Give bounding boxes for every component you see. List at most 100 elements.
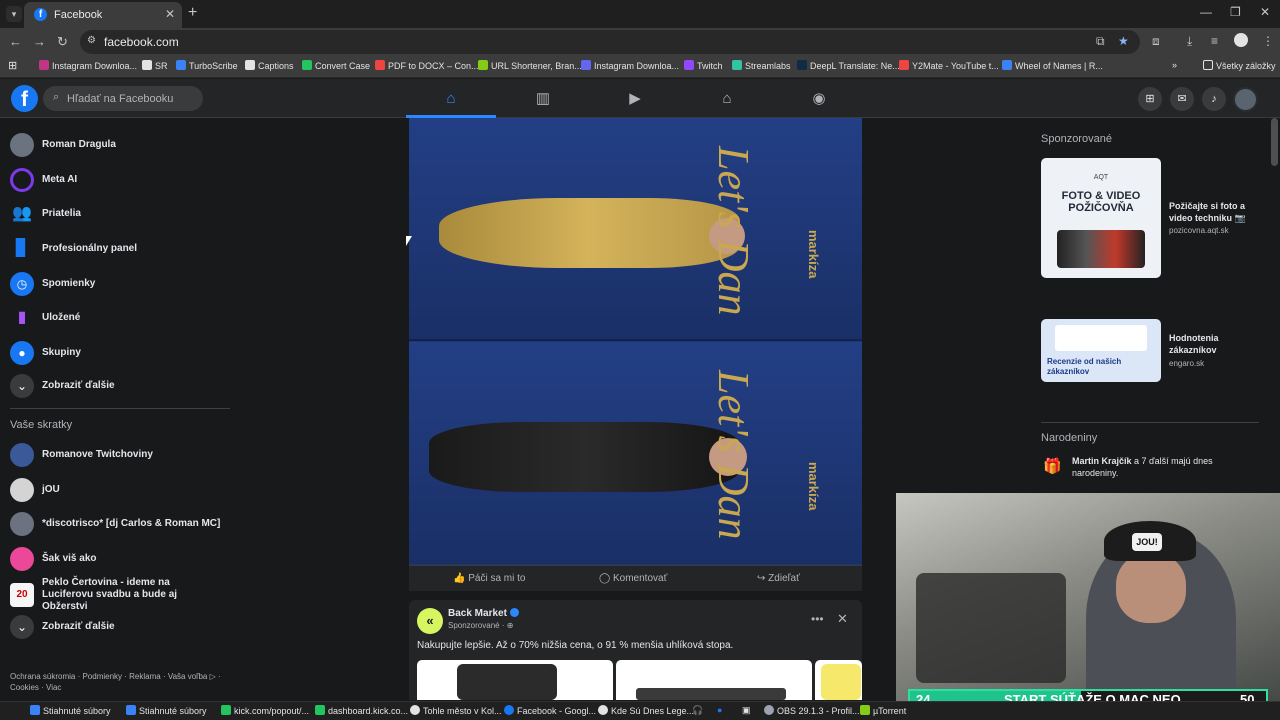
facebook-search[interactable]: ⌕	[43, 86, 203, 111]
tab-search-icon[interactable]: ▾	[6, 6, 22, 22]
taskbar-item[interactable]: Stiahnuté súbory	[30, 705, 111, 716]
bookmark[interactable]: Y2Mate - YouTube t...	[899, 60, 999, 71]
back-market-avatar[interactable]: «	[417, 608, 443, 634]
post-photo[interactable]: Let's Dan markíza Let's Dan markíza	[409, 118, 862, 565]
shortcut-item[interactable]: 20 Peklo Čertovina - ideme na Luciferovu …	[10, 577, 210, 612]
nav-tab-reels[interactable]: ▥	[498, 79, 588, 118]
facebook-app-icon[interactable]: ●	[717, 705, 722, 715]
sidebar-show-more[interactable]: ⌄ Zobraziť ďalšie	[10, 373, 115, 399]
post-close-icon[interactable]: ✕	[837, 611, 848, 627]
extensions-icon[interactable]: ⧈	[1152, 34, 1160, 49]
page-scrollbar[interactable]	[1271, 118, 1278, 166]
like-button[interactable]: 👍 Páči sa mi to	[453, 573, 525, 584]
bookmark[interactable]: TurboScribe	[176, 60, 238, 71]
sidebar-item-friends[interactable]: 👥 Priatelia	[10, 201, 81, 227]
new-tab-button[interactable]: +	[188, 4, 197, 22]
bookmark[interactable]: URL Shortener, Bran...	[478, 60, 582, 71]
bookmark[interactable]: Convert Case	[302, 60, 370, 71]
address-bar[interactable]: ⚙ facebook.com ⧉ ★	[80, 30, 1140, 54]
nav-tab-home[interactable]: ⌂	[406, 79, 496, 118]
shortcut-item[interactable]: Romanove Twitchoviny	[10, 442, 153, 468]
sidebar-item-dashboard[interactable]: ▊ Profesionálny panel	[10, 236, 137, 262]
back-icon[interactable]: ←	[9, 34, 22, 49]
taskbar-label: Facebook - Googl...	[517, 706, 597, 716]
taskbar-item[interactable]: Stiahnuté súbory	[126, 705, 207, 716]
bookmark[interactable]: Instagram Downloa...	[39, 60, 137, 71]
shortcut-item[interactable]: *discotrisco* [dj Carlos & Roman MC]	[10, 511, 220, 537]
meta-ai-icon	[10, 168, 34, 192]
more-bookmarks-icon[interactable]: »	[1172, 60, 1177, 70]
site-info-icon[interactable]: ⚙	[87, 35, 96, 46]
nav-tab-groups[interactable]: ◉	[774, 79, 864, 118]
bookmark[interactable]: Captions	[245, 60, 294, 71]
sidebar-item-groups[interactable]: ● Skupiny	[10, 340, 81, 366]
nav-tab-marketplace[interactable]: ⌂	[682, 79, 772, 118]
ad-url: engaro.sk	[1169, 359, 1205, 368]
headphones-icon[interactable]: 🎧	[692, 705, 703, 716]
taskbar-item[interactable]: µTorrent	[860, 705, 906, 716]
post-sponsored-label: Sponzorované · ⊕	[448, 621, 514, 630]
account-avatar[interactable]	[1233, 87, 1258, 112]
taskbar-item[interactable]: dashboard.kick.co...	[315, 705, 408, 716]
bookmark-star-icon[interactable]: ★	[1118, 34, 1129, 48]
reading-list-icon[interactable]: ≡	[1211, 34, 1218, 48]
comment-button[interactable]: ◯ Komentovať	[599, 573, 667, 584]
downloads-icon[interactable]: ⤓	[1187, 34, 1192, 49]
ad-title[interactable]: Hodnotenia zákazníkov	[1169, 332, 1259, 356]
restore-icon[interactable]: ❐	[1230, 5, 1241, 19]
taskbar-item[interactable]: Facebook - Googl...	[504, 705, 596, 716]
ad-image[interactable]: Recenzie od našich zákazníkov	[1041, 319, 1161, 382]
shortcut-item[interactable]: Šak viš ako	[10, 546, 96, 572]
bookmark[interactable]: Instagram Downloa...	[581, 60, 679, 71]
bookmark[interactable]: PDF to DOCX – Con...	[375, 60, 479, 71]
taskbar-item[interactable]: Kde Sú Dnes Lege...	[598, 705, 694, 716]
messenger-button[interactable]: ✉	[1170, 87, 1194, 111]
kick-icon	[315, 705, 325, 715]
footer-links[interactable]: Ochrana súkromia · Podmienky · Reklama ·…	[10, 671, 240, 693]
sidebar-item-meta-ai[interactable]: Meta AI	[10, 167, 77, 193]
taskbar-item[interactable]: Tohle město v Kol...	[410, 705, 502, 716]
window-icon[interactable]: ▣	[742, 705, 751, 716]
shortcut-item[interactable]: jOU	[10, 477, 60, 503]
menu-grid-button[interactable]: ⊞	[1138, 87, 1162, 111]
carousel-card[interactable]	[815, 660, 862, 700]
sidebar-item-profile[interactable]: Roman Dragula	[10, 132, 116, 158]
taskbar-item[interactable]: kick.com/popout/...	[221, 705, 309, 716]
carousel-card[interactable]	[616, 660, 812, 700]
share-button[interactable]: ↪ Zdieľať	[757, 573, 800, 584]
nav-tab-video[interactable]: ▶	[590, 79, 680, 118]
mouse-cursor-icon	[406, 236, 412, 246]
all-bookmarks-folder[interactable]: Všetky záložky	[1203, 60, 1276, 71]
reload-icon[interactable]: ↻	[57, 34, 68, 50]
forward-icon[interactable]: →	[33, 34, 46, 49]
bookmark[interactable]: SR	[142, 60, 168, 71]
birthday-notice[interactable]: Martin Krajčík a 7 ďalší majú dnes narod…	[1072, 455, 1252, 479]
tab-close-icon[interactable]: ✕	[165, 7, 175, 21]
tab-facebook[interactable]: f Facebook ✕	[24, 2, 182, 28]
post-more-icon[interactable]: •••	[811, 612, 824, 626]
apps-grid-icon[interactable]: ⊞	[8, 59, 17, 72]
bookmark[interactable]: DeepL Translate: Ne...	[797, 60, 900, 71]
bookmark[interactable]: Wheel of Names | R...	[1002, 60, 1103, 71]
post-author[interactable]: Back Market	[448, 608, 519, 619]
bookmark[interactable]: Streamlabs	[732, 60, 791, 71]
bookmark[interactable]: Twitch	[684, 60, 723, 71]
search-input[interactable]	[65, 89, 197, 108]
install-app-icon[interactable]: ⧉	[1096, 34, 1105, 49]
notifications-button[interactable]: ♪	[1202, 87, 1226, 111]
close-window-icon[interactable]: ✕	[1260, 5, 1270, 19]
facebook-logo-icon[interactable]: f	[11, 85, 38, 112]
shortcuts-title: Vaše skratky	[10, 419, 73, 431]
ad-image[interactable]: AQT FOTO & VIDEO POŽIČOVŇA	[1041, 158, 1161, 278]
shortcuts-show-more[interactable]: ⌄ Zobraziť ďalšie	[10, 614, 115, 640]
sidebar-item-saved[interactable]: ▮ Uložené	[10, 305, 81, 331]
carousel-card[interactable]	[417, 660, 613, 700]
profile-avatar[interactable]	[1234, 33, 1248, 47]
minimize-icon[interactable]: —	[1200, 5, 1212, 19]
menu-icon[interactable]: ⋮	[1262, 34, 1274, 48]
taskbar-item[interactable]: OBS 29.1.3 - Profil...	[764, 705, 860, 716]
ad-image-text: FOTO & VIDEO POŽIČOVŇA	[1061, 190, 1141, 214]
browser-tab-bar: ▾ f Facebook ✕ + — ❐ ✕	[0, 0, 1280, 28]
sidebar-item-memories[interactable]: ◷ Spomienky	[10, 271, 95, 297]
ad-title[interactable]: Požičajte si foto a video techniku 📷	[1169, 200, 1269, 224]
